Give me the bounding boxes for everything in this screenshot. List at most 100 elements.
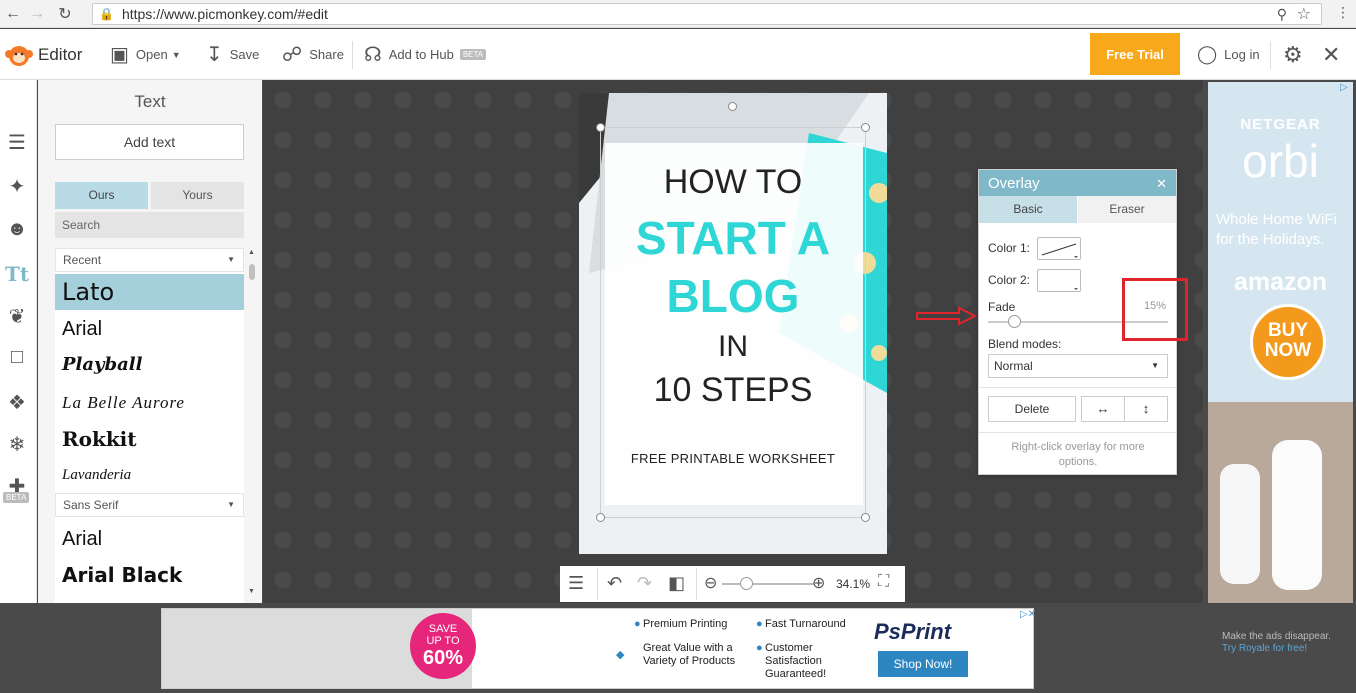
zoom-in-icon[interactable]: ⊕ <box>812 573 825 593</box>
add-to-hub-button[interactable]: ☊ Add to Hub BETA <box>364 29 487 80</box>
bullet-icon: ● <box>756 642 763 654</box>
font-list-scrollbar[interactable]: ▲ ▼ <box>247 249 257 602</box>
ad-choices-icon[interactable]: ▷ <box>1340 82 1348 93</box>
save-button[interactable]: ↧ Save <box>206 29 259 80</box>
router-device-image <box>1272 440 1322 590</box>
font-search-input[interactable]: Search <box>55 212 244 238</box>
no-color-slash-icon <box>1041 243 1078 258</box>
back-icon[interactable]: ← <box>2 5 24 23</box>
resize-handle[interactable] <box>861 123 870 132</box>
close-icon[interactable]: ✕ <box>1322 29 1340 80</box>
magic-wand-icon[interactable]: ✦ <box>3 174 31 199</box>
blend-mode-select[interactable]: Normal ▼ <box>988 354 1168 378</box>
fullscreen-icon[interactable]: ⛶ <box>878 573 889 591</box>
ad-feature: Great Value with a Variety of Products <box>643 642 736 667</box>
tool-rail: ☰ ✦ ☻ Tt ❦ □ ❖ ❄ ✚ BETA <box>0 80 37 603</box>
overlay-selection-box[interactable] <box>600 127 866 518</box>
ad-feature: Fast Turnaround <box>765 618 846 630</box>
browser-menu-icon[interactable]: ⋮ <box>1336 4 1350 21</box>
color2-swatch[interactable] <box>1037 269 1081 292</box>
divider <box>979 432 1176 433</box>
save-icon: ↧ <box>206 44 223 66</box>
undo-icon[interactable]: ↶ <box>607 573 622 594</box>
redo-icon[interactable]: ↷ <box>637 573 652 594</box>
bullet-icon: ● <box>756 618 763 630</box>
login-button[interactable]: ◯ Log in <box>1197 29 1260 80</box>
frame-icon[interactable]: □ <box>3 346 31 369</box>
font-item-lavanderia[interactable]: Lavanderia <box>55 460 244 490</box>
snowflake-icon[interactable]: ❄ <box>3 432 31 457</box>
flip-vertical-icon[interactable]: ↕ <box>1124 396 1168 422</box>
adjust-sliders-icon[interactable]: ☰ <box>3 130 31 155</box>
hub-label: Add to Hub <box>388 47 454 62</box>
ad-brand: NETGEAR <box>1240 116 1321 133</box>
delete-button[interactable]: Delete <box>988 396 1076 422</box>
zoom-bar: ☰ ↶ ↷ ◧ ⊖ ⊕ 34.1% ⛶ <box>560 566 905 602</box>
tab-basic[interactable]: Basic <box>979 196 1077 223</box>
ads-note-text: Make the ads disappear. <box>1222 631 1331 642</box>
badge-line: UP TO <box>426 635 460 647</box>
font-item-playball[interactable]: Playball <box>55 350 244 380</box>
flip-horizontal-icon[interactable]: ↔ <box>1081 396 1125 422</box>
ad-choices-icon[interactable]: ▷✕ <box>1020 609 1036 620</box>
ad-buy-now-button[interactable]: BUY NOW <box>1250 304 1326 380</box>
settings-gear-icon[interactable]: ⚙ <box>1283 29 1303 80</box>
touch-up-face-icon[interactable]: ☻ <box>3 218 31 241</box>
category-dropdown-sans-serif[interactable]: Sans Serif ▼ <box>55 493 244 517</box>
toolbar-divider <box>1270 41 1271 69</box>
category-label: Sans Serif <box>63 498 119 512</box>
texture-icon[interactable]: ❖ <box>3 390 31 415</box>
ad-shop-now-button[interactable]: Shop Now! <box>878 651 968 677</box>
reload-icon[interactable]: ↻ <box>54 4 76 24</box>
forward-icon[interactable]: → <box>26 5 48 23</box>
zoom-slider-knob[interactable] <box>739 577 753 590</box>
rotate-handle[interactable] <box>728 102 737 111</box>
try-royale-link[interactable]: Try Royale for free! <box>1222 643 1332 655</box>
tab-ours[interactable]: Ours <box>55 182 148 209</box>
panel-title: Text <box>134 92 166 111</box>
overlay-dialog-header[interactable]: Overlay ✕ <box>979 170 1176 196</box>
color1-swatch[interactable] <box>1037 237 1081 260</box>
resize-handle[interactable] <box>861 513 870 522</box>
text-tool-icon[interactable]: Tt <box>3 262 31 286</box>
divider <box>696 568 697 600</box>
font-item-arial-black[interactable]: Arial Black <box>55 560 244 590</box>
star-icon[interactable]: ☆ <box>1297 4 1311 24</box>
free-trial-button[interactable]: Free Trial <box>1090 33 1180 75</box>
right-advertisement[interactable]: ▷ NETGEAR orbi Whole Home WiFi for the H… <box>1208 82 1353 603</box>
address-bar[interactable]: 🔒 https://www.picmonkey.com/#edit ⚲ ☆ <box>92 3 1322 25</box>
scroll-thumb[interactable] <box>249 264 255 280</box>
open-label: Open <box>135 47 168 62</box>
ad-tagline: Whole Home WiFi for the Holidays. <box>1216 211 1337 248</box>
zoom-icon[interactable]: ⚲ <box>1277 6 1287 23</box>
open-button[interactable]: ▣ Open ▼ <box>110 29 181 80</box>
fade-slider-knob[interactable] <box>1008 315 1021 328</box>
tab-yours[interactable]: Yours <box>151 182 244 209</box>
resize-handle[interactable] <box>596 513 605 522</box>
font-item-lato[interactable]: Lato <box>55 274 244 310</box>
font-item-arial[interactable]: Arial <box>55 524 244 554</box>
butterfly-overlay-icon[interactable]: ❦ <box>3 304 31 329</box>
editor-logo: Editor <box>4 29 82 80</box>
scroll-up-arrow-icon[interactable]: ▲ <box>248 249 255 256</box>
close-icon[interactable]: ✕ <box>1156 170 1167 197</box>
layers-icon[interactable]: ☰ <box>568 573 584 594</box>
ad-store: amazon <box>1233 268 1328 296</box>
scroll-down-arrow-icon[interactable]: ▼ <box>248 588 255 595</box>
ad-brand-logo: PsPrint <box>874 619 952 644</box>
zoom-slider[interactable] <box>722 577 814 590</box>
font-item-arial[interactable]: Arial <box>55 314 244 344</box>
compare-icon[interactable]: ◧ <box>668 573 685 594</box>
font-item-rokkit[interactable]: Rokkit <box>55 424 244 454</box>
app-name: Editor <box>38 44 83 64</box>
tab-eraser[interactable]: Eraser <box>1078 196 1176 223</box>
font-item-la-belle-aurore[interactable]: La Belle Aurore <box>55 388 244 418</box>
font-list: Recent ▼ Lato Arial Playball La Belle Aur… <box>55 248 244 603</box>
add-text-button[interactable]: Add text <box>55 124 244 160</box>
share-button[interactable]: ☍ Share <box>282 29 344 80</box>
bottom-advertisement[interactable]: SAVE UP TO 60% ● Premium Printing ● Fast… <box>161 608 1036 689</box>
zoom-out-icon[interactable]: ⊖ <box>704 573 717 593</box>
url-text: https://www.picmonkey.com/#edit <box>121 6 328 22</box>
category-dropdown-recent[interactable]: Recent ▼ <box>55 248 244 272</box>
resize-handle[interactable] <box>596 123 605 132</box>
